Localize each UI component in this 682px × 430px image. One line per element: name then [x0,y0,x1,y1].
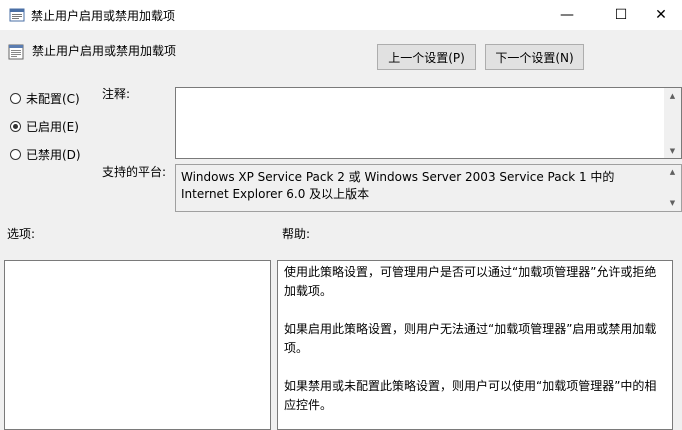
radio-label: 已禁用(D) [26,147,81,162]
platform-label: 支持的平台: [102,165,167,179]
setting-icon [8,44,24,60]
platform-field[interactable]: Windows XP Service Pack 2 或 Windows Serv… [175,164,682,212]
next-setting-button[interactable]: 下一个设置(N) [485,44,584,70]
radio-label: 已启用(E) [26,119,79,134]
radio-circle[interactable] [10,148,21,160]
comment-label: 注释: [102,87,131,101]
help-paragraph: 如果启用此策略设置，则用户无法通过“加载项管理器”启用或禁用加载项。 [284,322,657,355]
radio-not-configured[interactable]: 未配置(C) [10,89,80,107]
radio-circle[interactable] [10,120,21,132]
radio-enabled[interactable]: 已启用(E) [10,117,79,135]
scroll-up-icon[interactable]: ▲ [664,88,681,103]
comment-scrollbar[interactable]: ▲ ▼ [664,88,681,158]
options-panel[interactable] [4,260,271,430]
scroll-down-icon[interactable]: ▼ [664,143,681,158]
window-title: 禁止用户启用或禁用加载项 [31,9,176,23]
options-label: 选项: [7,227,36,241]
help-label: 帮助: [282,227,311,241]
close-button[interactable]: ✕ [640,0,682,30]
maximize-button[interactable]: ☐ [598,0,644,30]
help-panel[interactable]: 使用此策略设置，可管理用户是否可以通过“加载项管理器”允许或拒绝加载项。 如果启… [277,260,673,430]
radio-circle[interactable] [10,92,21,104]
radio-disabled[interactable]: 已禁用(D) [10,145,81,163]
scroll-up-icon[interactable]: ▲ [664,165,681,180]
minimize-button[interactable]: — [544,0,590,30]
comment-textarea[interactable]: ▲ ▼ [175,87,682,159]
radio-label: 未配置(C) [26,91,80,106]
platform-scrollbar[interactable]: ▲ ▼ [664,165,681,211]
scroll-down-icon[interactable]: ▼ [664,196,681,211]
platform-value: Windows XP Service Pack 2 或 Windows Serv… [181,170,615,201]
previous-setting-button[interactable]: 上一个设置(P) [377,44,476,70]
setting-title: 禁止用户启用或禁用加载项 [32,44,177,58]
help-paragraph: 如果禁用或未配置此策略设置，则用户可以使用“加载项管理器”中的相应控件。 [284,379,657,412]
policy-icon [9,8,25,22]
help-paragraph: 使用此策略设置，可管理用户是否可以通过“加载项管理器”允许或拒绝加载项。 [284,265,657,298]
